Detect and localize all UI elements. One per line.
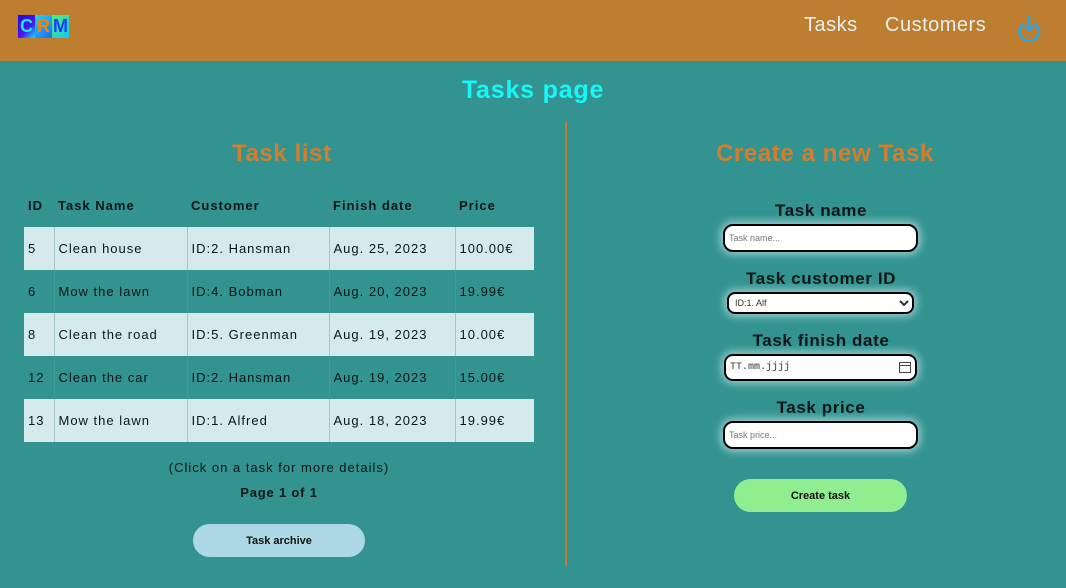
cell-price: 10.00€: [454, 313, 534, 356]
cell-finish-date: Aug. 25, 2023: [328, 227, 455, 270]
task-archive-button[interactable]: Task archive: [193, 524, 365, 557]
task-details-hint: (Click on a task for more details): [168, 460, 390, 475]
cell-id: 13: [24, 399, 54, 442]
top-navbar: C R M Tasks Customers: [0, 0, 1066, 61]
page-title: Tasks page: [461, 76, 605, 104]
cell-price: 19.99€: [454, 270, 534, 313]
task-price-label: Task price: [776, 398, 866, 417]
nav-customers-link[interactable]: Customers: [885, 14, 986, 37]
cell-finish-date: Aug. 18, 2023: [328, 399, 455, 442]
nav-tasks-link[interactable]: Tasks: [804, 14, 858, 37]
crm-logo[interactable]: C R M: [18, 15, 69, 38]
cell-id: 8: [24, 313, 54, 356]
cell-task-name: Clean the car: [53, 356, 187, 399]
table-row[interactable]: 12 Clean the car ID:2. Hansman Aug. 19, …: [24, 356, 534, 399]
cell-customer: ID:4. Bobman: [186, 270, 329, 313]
cell-price: 19.99€: [454, 399, 534, 442]
table-row[interactable]: 8 Clean the road ID:5. Greenman Aug. 19,…: [24, 313, 534, 356]
column-header-id: ID: [28, 198, 43, 213]
task-name-label: Task name: [774, 201, 868, 220]
cell-customer: ID:2. Hansman: [186, 356, 329, 399]
logo-letter-r: R: [35, 15, 52, 38]
logout-power-icon[interactable]: [1014, 12, 1044, 42]
cell-price: 100.00€: [454, 227, 534, 270]
cell-task-name: Clean house: [53, 227, 187, 270]
cell-id: 5: [24, 227, 54, 270]
cell-id: 6: [28, 284, 37, 299]
task-finish-date-label: Task finish date: [752, 331, 890, 350]
cell-customer: ID:2. Hansman: [186, 227, 329, 270]
table-header-row: ID Task Name Customer Finish date Price: [24, 184, 534, 227]
table-row[interactable]: 6 Mow the lawn ID:4. Bobman Aug. 20, 202…: [24, 270, 534, 313]
tasks-table: ID Task Name Customer Finish date Price …: [24, 184, 534, 442]
column-header-task-name: Task Name: [58, 198, 135, 213]
column-header-finish-date: Finish date: [333, 198, 413, 213]
calendar-icon[interactable]: [899, 362, 911, 373]
task-price-input[interactable]: [723, 421, 918, 449]
cell-task-name: Mow the lawn: [53, 270, 187, 313]
cell-task-name: Clean the road: [53, 313, 187, 356]
cell-finish-date: Aug. 20, 2023: [328, 270, 455, 313]
cell-id: 12: [28, 370, 45, 385]
pagination-status: Page 1 of 1: [240, 485, 318, 500]
logo-letter-c: C: [18, 15, 35, 38]
table-row[interactable]: 5 Clean house ID:2. Hansman Aug. 25, 202…: [24, 227, 534, 270]
task-customer-select[interactable]: ID:1. Alf: [727, 292, 914, 314]
cell-finish-date: Aug. 19, 2023: [328, 356, 455, 399]
column-header-price: Price: [459, 198, 496, 213]
task-finish-date-input[interactable]: TT.mm.jjjj: [724, 354, 917, 381]
cell-finish-date: Aug. 19, 2023: [328, 313, 455, 356]
date-placeholder: TT.mm.jjjj: [730, 362, 791, 373]
create-task-button[interactable]: Create task: [734, 479, 907, 512]
cell-customer: ID:5. Greenman: [186, 313, 329, 356]
create-task-title: Create a new Task: [716, 140, 934, 167]
table-row[interactable]: 13 Mow the lawn ID:1. Alfred Aug. 18, 20…: [24, 399, 534, 442]
logo-letter-m: M: [52, 15, 69, 38]
task-name-input[interactable]: [723, 224, 918, 252]
task-customer-label: Task customer ID: [745, 269, 897, 288]
column-header-customer: Customer: [191, 198, 260, 213]
cell-price: 15.00€: [454, 356, 534, 399]
cell-customer: ID:1. Alfred: [186, 399, 329, 442]
task-list-title: Task list: [232, 140, 332, 167]
cell-task-name: Mow the lawn: [53, 399, 187, 442]
